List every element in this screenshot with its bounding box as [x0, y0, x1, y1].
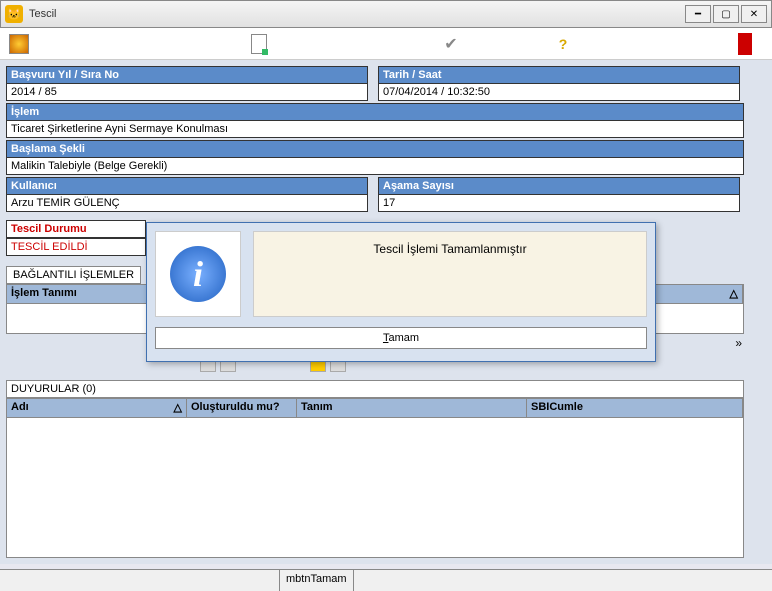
- asama-value[interactable]: 17: [378, 194, 740, 212]
- statusbar: mbtnTamam: [0, 569, 772, 591]
- titlebar: 🐱 Tescil ━ ▢ ✕: [0, 0, 772, 28]
- col-tanim[interactable]: Tanım: [297, 399, 527, 417]
- kullanici-label: Kullanıcı: [6, 177, 368, 194]
- baslama-value[interactable]: Malikin Talebiyle (Belge Gerekli): [6, 157, 744, 175]
- baslama-label: Başlama Şekli: [6, 140, 744, 157]
- exit-icon[interactable]: [734, 33, 756, 55]
- tarih-label: Tarih / Saat: [378, 66, 740, 83]
- minimize-button[interactable]: ━: [685, 5, 711, 23]
- kullanici-value[interactable]: Arzu TEMİR GÜLENÇ: [6, 194, 368, 212]
- islem-label: İşlem: [6, 103, 744, 120]
- tescil-durumu-label: Tescil Durumu: [6, 220, 146, 238]
- status-cell-1: [0, 570, 280, 591]
- help-icon[interactable]: ?: [552, 33, 574, 55]
- basvuru-value[interactable]: 2014 / 85: [6, 83, 368, 101]
- status-hint: mbtnTamam: [280, 570, 354, 591]
- duyurular-grid-body[interactable]: [6, 418, 744, 558]
- check-icon[interactable]: ✔: [440, 33, 462, 55]
- info-icon: i: [155, 231, 241, 317]
- app-icon: 🐱: [5, 5, 23, 23]
- duyurular-grid-header: Adı △ Oluşturuldu mu? Tanım SBICumle: [6, 398, 744, 418]
- home-icon[interactable]: [8, 33, 30, 55]
- maximize-button[interactable]: ▢: [713, 5, 739, 23]
- col-adi[interactable]: Adı △: [7, 399, 187, 417]
- tarih-value[interactable]: 07/04/2014 / 10:32:50: [378, 83, 740, 101]
- toolbar: ✔ ?: [0, 28, 772, 60]
- close-button[interactable]: ✕: [741, 5, 767, 23]
- duyurular-header: DUYURULAR (0): [6, 380, 744, 398]
- col-sbicumle[interactable]: SBICumle: [527, 399, 743, 417]
- info-dialog: i Tescil İşlemi Tamamlanmıştır Tamam: [146, 222, 656, 362]
- window-title: Tescil: [29, 8, 685, 20]
- document-icon[interactable]: [248, 33, 270, 55]
- tescil-durumu-value: TESCİL EDİLDİ: [6, 238, 146, 256]
- basvuru-label: Başvuru Yıl / Sıra No: [6, 66, 368, 83]
- dialog-message: Tescil İşlemi Tamamlanmıştır: [253, 231, 647, 317]
- linked-header: BAĞLANTILI İŞLEMLER: [6, 266, 141, 284]
- islem-value[interactable]: Ticaret Şirketlerine Ayni Sermaye Konulm…: [6, 120, 744, 138]
- duyurular-section: DUYURULAR (0) Adı △ Oluşturuldu mu? Tanı…: [6, 380, 744, 558]
- ok-button[interactable]: Tamam: [155, 327, 647, 349]
- asama-label: Aşama Sayısı: [378, 177, 740, 194]
- col-olusturuldu[interactable]: Oluşturuldu mu?: [187, 399, 297, 417]
